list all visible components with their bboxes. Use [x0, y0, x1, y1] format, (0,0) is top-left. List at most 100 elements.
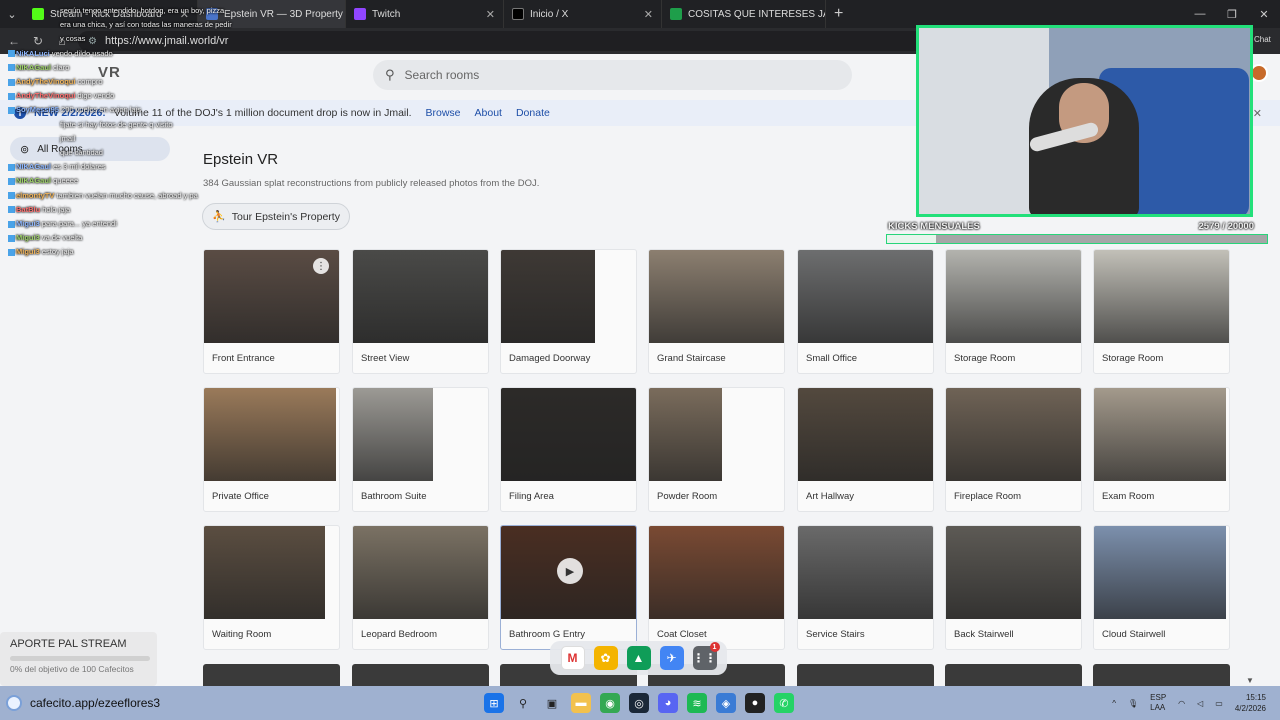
cafecito-link[interactable]: cafecito.app/ezeeflores3 — [6, 692, 174, 714]
room-card[interactable]: Waiting Room — [203, 525, 340, 650]
room-card[interactable]: Storage Room — [1093, 249, 1230, 374]
room-card[interactable]: Back Stairwell — [945, 525, 1082, 650]
chat-username: AndyTheVinoqui — [16, 77, 76, 86]
room-card[interactable]: Leopard Bedroom — [352, 525, 489, 650]
chat-username: Migui3 — [16, 233, 40, 243]
battery-icon[interactable]: ▭ — [1215, 699, 1223, 708]
taskbar-search-icon[interactable]: ⚲ — [513, 693, 533, 713]
url-field[interactable]: ⚙ https://www.jmail.world/vr — [78, 31, 938, 51]
chat-button[interactable]: Chat — [1254, 35, 1271, 44]
room-thumbnail — [1094, 526, 1226, 619]
obs-icon[interactable]: ● — [745, 693, 765, 713]
new-tab-plus-icon[interactable]: + — [826, 5, 851, 23]
whatsapp-icon[interactable]: ✆ — [774, 693, 794, 713]
aporte-progress-bar — [10, 656, 150, 661]
chat-badge-icon — [8, 92, 15, 100]
chat-text: queeee — [53, 176, 79, 186]
play-icon[interactable]: ▶ — [557, 558, 583, 584]
chat-message: AndyTheVinoqui digo vendo — [8, 91, 114, 100]
room-card-partial[interactable] — [1093, 664, 1230, 686]
room-card[interactable]: Storage Room — [945, 249, 1082, 374]
reload-icon[interactable]: ↻ — [30, 34, 46, 48]
apps-grid-icon[interactable]: ⋮⋮ 1 — [692, 642, 720, 670]
room-card[interactable]: Filing Area — [500, 387, 637, 512]
banner-about-link[interactable]: About — [475, 107, 502, 119]
minimize-icon[interactable]: — — [1184, 0, 1216, 28]
more-options-icon[interactable]: ⋮ — [313, 258, 329, 274]
room-card-partial[interactable] — [945, 664, 1082, 686]
room-card[interactable]: Cloud Stairwell — [1093, 525, 1230, 650]
file-explorer-icon[interactable]: ▬ — [571, 693, 591, 713]
tour-property-button[interactable]: ⛹ Tour Epstein's Property — [202, 203, 350, 230]
banner-donate-link[interactable]: Donate — [516, 107, 550, 119]
tab-twitch[interactable]: Twitch ✕ — [346, 0, 504, 28]
keyboard-layout[interactable]: ESP LAA — [1150, 693, 1166, 713]
room-card[interactable]: Fireplace Room — [945, 387, 1082, 512]
discord-icon[interactable]: ◕ — [658, 693, 678, 713]
flights-icon[interactable]: ✈ — [659, 646, 684, 670]
chat-message: Migui3 estoy jaja — [8, 247, 74, 256]
tab-cositas-japan[interactable]: COSITAS QUE INTERESES JAPAN - ✕ — [662, 0, 826, 28]
room-card[interactable]: Damaged Doorway — [500, 249, 637, 374]
chat-message: era una chica, y así con todas las maner… — [60, 20, 232, 29]
banner-text: Volume 11 of the DOJ's 1 million documen… — [113, 107, 412, 119]
close-tab-icon[interactable]: ✕ — [644, 8, 653, 21]
chat-message: NIKAGaul claro — [8, 63, 69, 72]
microphone-tray-icon[interactable]: 🎙 — [1128, 699, 1138, 708]
tab-list-chevron-icon[interactable]: ⌄ — [0, 0, 24, 28]
maximize-icon[interactable]: ❐ — [1216, 0, 1248, 28]
room-card[interactable]: Service Stairs — [797, 525, 934, 650]
room-card[interactable]: Bathroom Suite — [352, 387, 489, 512]
window-close-icon[interactable]: ✕ — [1248, 0, 1280, 28]
chat-text: y cosas — [60, 34, 86, 44]
close-tab-icon[interactable]: ✕ — [486, 8, 495, 21]
room-card[interactable]: Front Entrance ⋮ — [203, 249, 340, 374]
room-thumbnail — [798, 526, 933, 619]
room-card-partial[interactable] — [203, 664, 340, 686]
room-card[interactable]: Coat Closet — [648, 525, 785, 650]
room-card-partial[interactable] — [797, 664, 934, 686]
task-view-icon[interactable]: ▣ — [542, 693, 562, 713]
kicks-progress-fill — [887, 235, 937, 243]
close-icon[interactable]: ✕ — [1253, 107, 1262, 120]
room-thumbnail — [353, 526, 488, 619]
gmail-icon[interactable]: M — [560, 646, 585, 670]
tray-chevron-icon[interactable]: ^ — [1112, 699, 1116, 708]
search-rooms-input[interactable]: ⚲ Search rooms — [373, 60, 852, 90]
chat-badge-icon — [8, 248, 15, 256]
spotify-icon[interactable]: ≋ — [687, 693, 707, 713]
room-card[interactable]: Exam Room — [1093, 387, 1230, 512]
sheets-favicon-icon — [670, 8, 682, 20]
room-card[interactable]: Small Office — [797, 249, 934, 374]
chat-message: BatBlu holo jaja — [8, 205, 70, 214]
room-card-partial[interactable] — [352, 664, 489, 686]
chat-message: SoyMessi95 200 vuelos en avion lajs — [8, 105, 141, 114]
room-card[interactable]: Powder Room — [648, 387, 785, 512]
chat-username: elmontyTV — [16, 190, 55, 200]
volume-icon[interactable]: ◁ — [1197, 699, 1203, 708]
scroll-down-icon[interactable]: ▼ — [1246, 676, 1254, 685]
back-arrow-icon[interactable]: ← — [6, 34, 22, 48]
room-card[interactable]: Street View — [352, 249, 489, 374]
app-icon[interactable]: ◈ — [716, 693, 736, 713]
clock[interactable]: 15:15 4/2/2026 — [1235, 692, 1266, 714]
banner-browse-link[interactable]: Browse — [426, 107, 461, 119]
chat-badge-icon — [8, 163, 15, 171]
chat-badge-icon — [8, 177, 15, 185]
site-info-icon[interactable]: ⚙ — [88, 36, 97, 47]
window-controls: — ❐ ✕ — [1184, 0, 1280, 28]
room-card[interactable]: Art Hallway — [797, 387, 934, 512]
chat-message: jmail — [60, 134, 75, 143]
tab-x[interactable]: Inicio / X ✕ — [504, 0, 662, 28]
chrome-icon[interactable]: ◉ — [600, 693, 620, 713]
room-card[interactable]: Bathroom G Entry ▶ — [500, 525, 637, 650]
room-thumbnail — [501, 388, 636, 481]
room-card[interactable]: Private Office — [203, 387, 340, 512]
room-label: Cloud Stairwell — [1102, 629, 1166, 640]
windows-start-icon[interactable]: ⊞ — [484, 693, 504, 713]
steam-icon[interactable]: ◎ — [629, 693, 649, 713]
drive-icon[interactable]: ▲ — [626, 646, 651, 670]
room-card[interactable]: Grand Staircase — [648, 249, 785, 374]
wifi-icon[interactable]: ◠ — [1178, 699, 1185, 708]
photos-icon[interactable]: ✿ — [593, 646, 618, 670]
